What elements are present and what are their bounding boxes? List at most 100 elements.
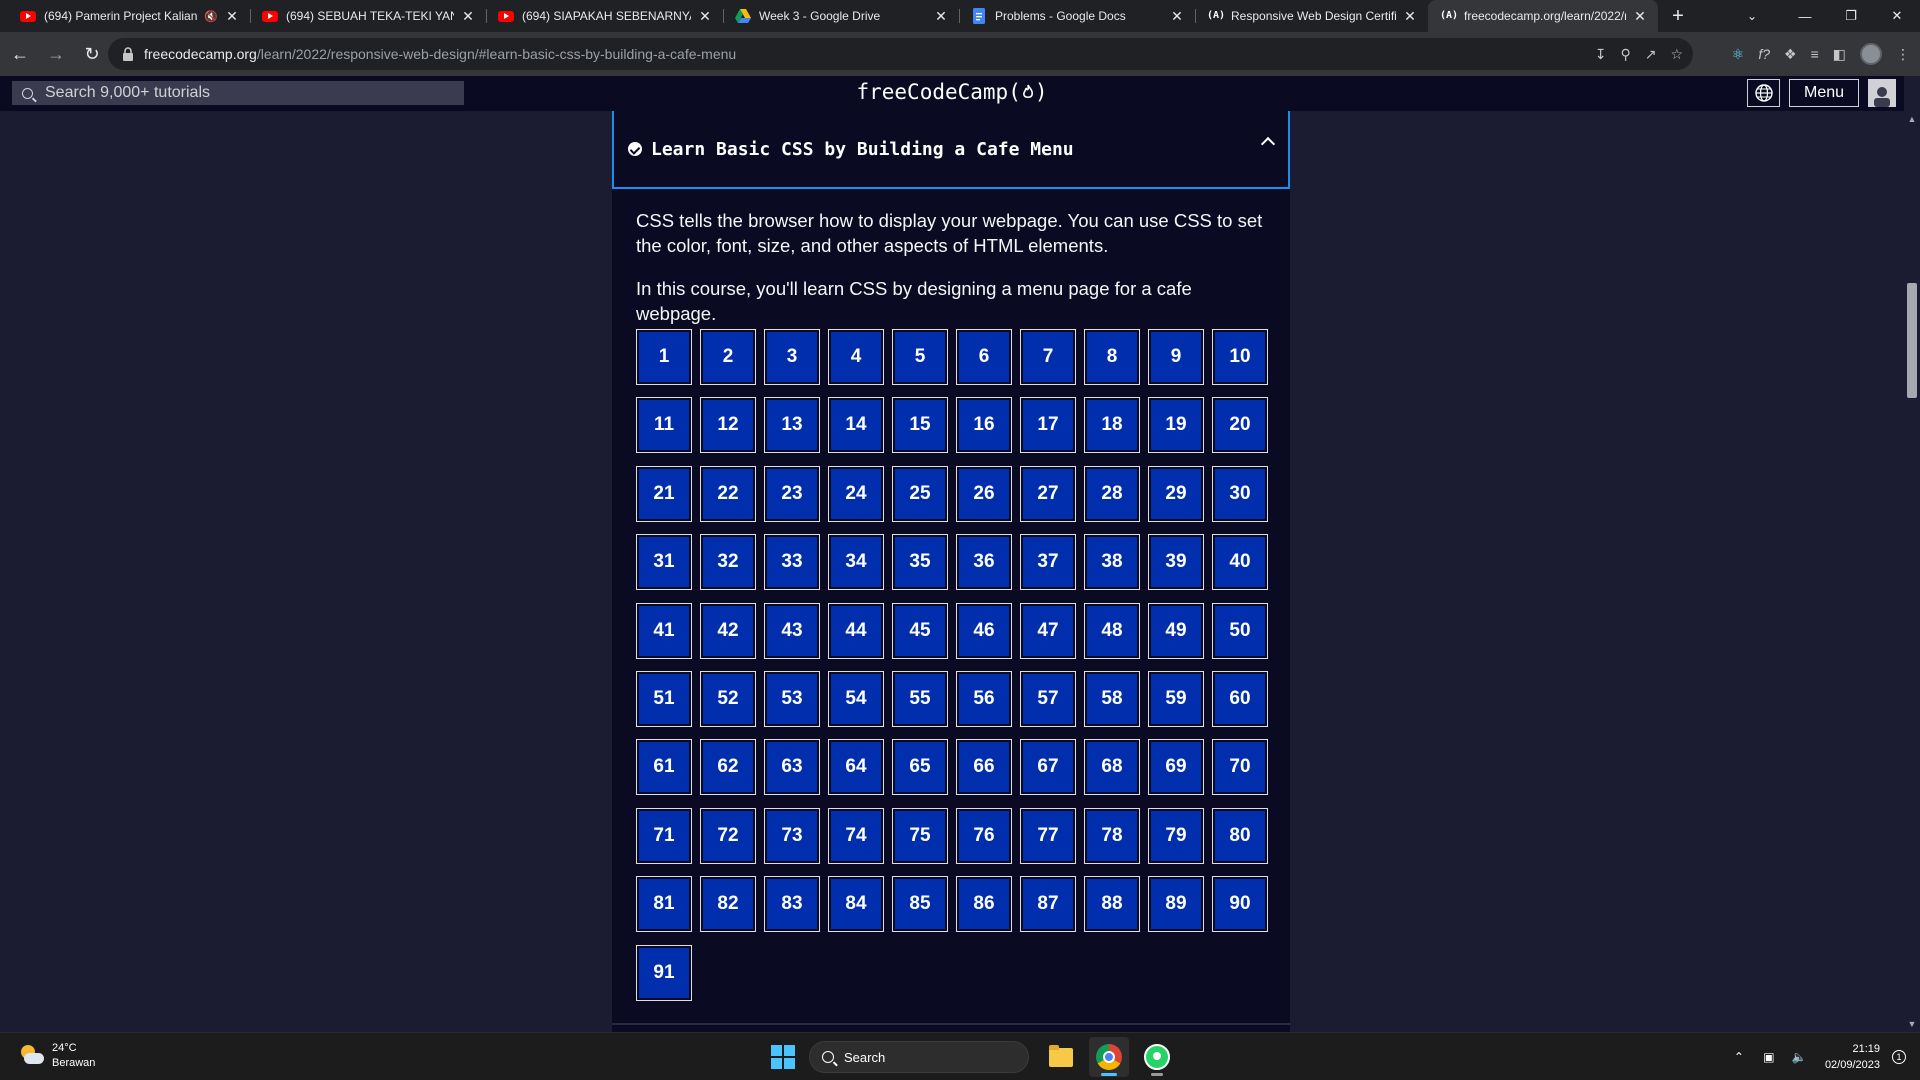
step-button[interactable]: 58 [1084,670,1140,727]
step-button[interactable]: 55 [892,670,948,727]
clock[interactable]: 21:19 02/09/2023 [1825,1041,1880,1073]
step-button[interactable]: 59 [1148,670,1204,727]
step-button[interactable]: 82 [700,876,756,933]
step-button[interactable]: 51 [636,670,692,727]
volume-icon[interactable]: 🔈 [1787,1050,1811,1064]
step-button[interactable]: 22 [700,465,756,522]
step-button[interactable]: 4 [828,329,884,385]
new-tab-button[interactable]: + [1664,2,1692,30]
scroll-up-arrow-icon[interactable]: ▲ [1904,111,1920,127]
step-button[interactable]: 61 [636,739,692,796]
browser-tab[interactable]: (694) SEBUAH TEKA-TEKI YANG TI ✕ [250,0,486,32]
scroll-down-arrow-icon[interactable]: ▼ [1904,1016,1920,1032]
step-button[interactable]: 85 [892,876,948,933]
browser-tab[interactable]: Problems - Google Docs ✕ [959,0,1195,32]
step-button[interactable]: 80 [1212,807,1268,864]
back-icon[interactable]: ← [4,38,36,70]
step-button[interactable]: 89 [1148,876,1204,933]
step-button[interactable]: 23 [764,465,820,522]
step-button[interactable]: 60 [1212,670,1268,727]
step-button[interactable]: 5 [892,329,948,385]
step-button[interactable]: 31 [636,534,692,591]
side-panel-icon[interactable]: ◧ [1833,46,1846,63]
step-button[interactable]: 54 [828,670,884,727]
step-button[interactable]: 46 [956,602,1012,659]
tray-chevron-up-icon[interactable]: ⌃ [1727,1050,1751,1064]
profile-avatar[interactable] [1860,43,1882,65]
step-button[interactable]: 33 [764,534,820,591]
step-button[interactable]: 43 [764,602,820,659]
step-button[interactable]: 47 [1020,602,1076,659]
tab-close-icon[interactable]: ✕ [460,8,476,24]
caret-up-icon[interactable] [1260,136,1276,152]
step-button[interactable]: 63 [764,739,820,796]
media-queue-icon[interactable]: ≡ [1811,46,1819,62]
step-button[interactable]: 53 [764,670,820,727]
weather-widget[interactable]: 24°C Berawan [18,1041,95,1071]
step-button[interactable]: 71 [636,807,692,864]
block-header-toggle[interactable]: Learn Basic CSS by Building a Cafe Menu [612,111,1290,189]
chrome-menu-icon[interactable]: ⋮ [1896,46,1910,63]
vertical-scrollbar[interactable]: ▲ ▼ [1904,111,1920,1032]
step-button[interactable]: 68 [1084,739,1140,796]
step-button[interactable]: 6 [956,329,1012,385]
step-button[interactable]: 62 [700,739,756,796]
step-button[interactable]: 56 [956,670,1012,727]
step-button[interactable]: 77 [1020,807,1076,864]
browser-tab[interactable]: (A) Responsive Web Design Certific ✕ [1195,0,1428,32]
step-button[interactable]: 27 [1020,465,1076,522]
step-button[interactable]: 13 [764,397,820,454]
step-button[interactable]: 29 [1148,465,1204,522]
tab-close-icon[interactable]: ✕ [933,8,949,24]
whatsapp-taskbar-button[interactable] [1137,1037,1177,1077]
step-button[interactable]: 44 [828,602,884,659]
network-icon[interactable]: ▣ [1757,1050,1781,1064]
step-button[interactable]: 67 [1020,739,1076,796]
step-button[interactable]: 34 [828,534,884,591]
step-button[interactable]: 72 [700,807,756,864]
step-button[interactable]: 17 [1020,397,1076,454]
step-button[interactable]: 83 [764,876,820,933]
browser-tab[interactable]: Week 3 - Google Drive ✕ [723,0,959,32]
step-button[interactable]: 88 [1084,876,1140,933]
minimize-icon[interactable]: — [1782,0,1828,32]
reload-icon[interactable]: ↻ [76,38,108,70]
step-button[interactable]: 10 [1212,329,1268,385]
browser-tab[interactable]: (694) Pamerin Project Kalian 🔇 ✕ [8,0,250,32]
step-button[interactable]: 81 [636,876,692,933]
step-button[interactable]: 7 [1020,329,1076,385]
browser-tab[interactable]: (A) freecodecamp.org/learn/2022/re ✕ [1428,0,1658,32]
taskbar-search[interactable]: Search [809,1041,1029,1073]
step-button[interactable]: 25 [892,465,948,522]
tab-close-icon[interactable]: ✕ [1632,8,1648,24]
step-button[interactable]: 35 [892,534,948,591]
browser-tab[interactable]: (694) SIAPAKAH SEBENARNYA PA ✕ [486,0,723,32]
step-button[interactable]: 3 [764,329,820,385]
step-button[interactable]: 84 [828,876,884,933]
step-button[interactable]: 16 [956,397,1012,454]
forward-icon[interactable]: → [40,38,72,70]
step-button[interactable]: 18 [1084,397,1140,454]
step-button[interactable]: 73 [764,807,820,864]
step-button[interactable]: 32 [700,534,756,591]
install-app-icon[interactable]: ↧ [1595,46,1607,63]
step-button[interactable]: 20 [1212,397,1268,454]
menu-button[interactable]: Menu [1789,79,1859,107]
step-button[interactable]: 24 [828,465,884,522]
step-button[interactable]: 11 [636,397,692,454]
step-button[interactable]: 48 [1084,602,1140,659]
step-button[interactable]: 40 [1212,534,1268,591]
share-icon[interactable]: ↗ [1645,46,1657,63]
step-button[interactable]: 19 [1148,397,1204,454]
step-button[interactable]: 1 [636,329,692,385]
function-extension-icon[interactable]: f? [1758,46,1770,62]
step-button[interactable]: 78 [1084,807,1140,864]
step-button[interactable]: 28 [1084,465,1140,522]
zoom-icon[interactable]: ⚲ [1620,46,1630,63]
step-button[interactable]: 14 [828,397,884,454]
tab-close-icon[interactable]: ✕ [224,8,240,24]
step-button[interactable]: 36 [956,534,1012,591]
notification-badge[interactable]: 1 [1892,1050,1906,1064]
step-button[interactable]: 69 [1148,739,1204,796]
step-button[interactable]: 38 [1084,534,1140,591]
